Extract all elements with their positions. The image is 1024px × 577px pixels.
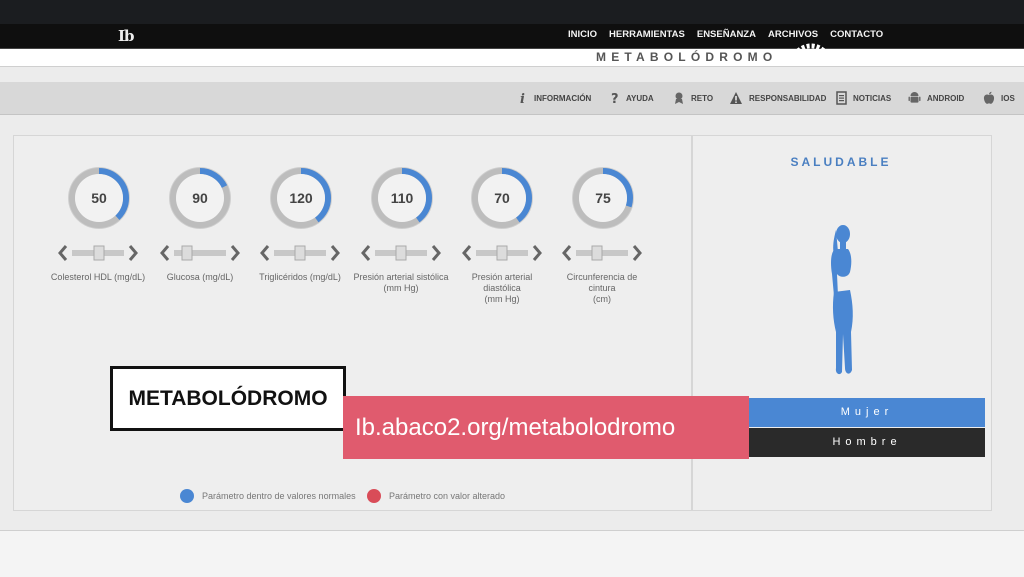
legend-altered: Parámetro con valor alterado (367, 489, 505, 503)
footer-bar (0, 530, 1024, 577)
gauge-value: 120 (289, 190, 313, 206)
gender-male-button[interactable]: Hombre (749, 428, 985, 457)
info-icon: i (520, 92, 525, 105)
toolbar-label: RESPONSABILIDAD (749, 93, 827, 103)
android-icon (908, 92, 921, 103)
chevron-right-icon[interactable] (431, 245, 441, 261)
nav-archivos[interactable]: ARCHIVOS (768, 29, 818, 40)
slider-glucosa[interactable] (160, 244, 240, 262)
news-icon (836, 91, 847, 105)
health-status: SALUDABLE (790, 155, 892, 169)
app-title: METABOLÓDROMO (596, 50, 778, 64)
chevron-left-icon[interactable] (361, 245, 371, 261)
slider-trigliceridos[interactable] (260, 244, 340, 262)
gauge-value: 70 (494, 190, 510, 206)
apple-icon (983, 91, 995, 104)
slider-thumb[interactable] (395, 245, 407, 261)
gauge-colesterol-hdl: 50 (64, 163, 134, 233)
param-label-trigliceridos: Triglicéridos (mg/dL) (250, 272, 350, 283)
param-label-line: Triglicéridos (mg/dL) (259, 272, 341, 282)
slider-thumb[interactable] (496, 245, 508, 261)
toolbar: i INFORMACIÓN ? AYUDA RETO RESPONSABILID… (0, 82, 1024, 115)
param-label-line: (cm) (593, 294, 611, 304)
legend-altered-label: Parámetro con valor alterado (389, 491, 506, 501)
param-label-line: (mm Hg) (383, 283, 419, 293)
gauge-glucosa: 90 (165, 163, 235, 233)
nav-contacto[interactable]: CONTACTO (830, 29, 883, 40)
chevron-left-icon[interactable] (562, 245, 572, 261)
param-label-line: Circunferencia de cintura (566, 272, 638, 293)
gender-female-button[interactable]: Mujer (749, 398, 985, 427)
nav-ensenanza[interactable]: ENSEÑANZA (697, 29, 756, 40)
female-silhouette-icon (831, 225, 853, 375)
chevron-right-icon[interactable] (632, 245, 642, 261)
slider-thumb[interactable] (294, 245, 306, 261)
svg-text:?: ? (611, 92, 619, 105)
gauge-value: 110 (390, 190, 414, 206)
slider-circunferencia-cintura[interactable] (562, 244, 642, 262)
slider-thumb[interactable] (181, 245, 193, 261)
slider-thumb[interactable] (93, 245, 105, 261)
legend-normal: Parámetro dentro de valores normales (180, 489, 356, 503)
param-label-presion-sistolica: Presión arterial sistólica (mm Hg) (351, 272, 451, 294)
chevron-left-icon[interactable] (160, 245, 170, 261)
param-label-glucosa: Glucosa (mg/dL) (150, 272, 250, 283)
gauge-value: 50 (91, 190, 107, 206)
slider-presion-sistolica[interactable] (361, 244, 441, 262)
chevron-right-icon[interactable] (230, 245, 240, 261)
toolbar-label: AYUDA (626, 93, 654, 103)
header-stripe (0, 66, 1024, 83)
chevron-right-icon[interactable] (330, 245, 340, 261)
slider-presion-diastolica[interactable] (462, 244, 542, 262)
toolbar-label: NOTICIAS (853, 93, 892, 103)
svg-text:i: i (520, 92, 525, 105)
toolbar-label: ANDROID (927, 93, 965, 103)
video-top-strip (0, 0, 1024, 24)
chevron-left-icon[interactable] (462, 245, 472, 261)
toolbar-label: IOS (1001, 93, 1015, 103)
chevron-left-icon[interactable] (58, 245, 68, 261)
site-logo[interactable]: Ib (118, 27, 134, 45)
toolbar-label: INFORMACIÓN (534, 93, 592, 103)
legend-normal-dot (180, 489, 194, 503)
toolbar-item-reto[interactable]: RETO (673, 91, 713, 105)
gauge-value: 75 (595, 190, 611, 206)
param-label-colesterol-hdl: Colesterol HDL (mg/dL) (48, 272, 148, 283)
param-label-line: Presión arterial diastólica (471, 272, 533, 293)
main-nav: INICIO HERRAMIENTAS ENSEÑANZA ARCHIVOS C… (568, 29, 883, 40)
chevron-right-icon[interactable] (128, 245, 138, 261)
chevron-left-icon[interactable] (260, 245, 270, 261)
nav-herramientas[interactable]: HERRAMIENTAS (609, 29, 685, 40)
toolbar-item-responsabilidad[interactable]: RESPONSABILIDAD (729, 91, 826, 105)
param-label-presion-diastolica: Presión arterial diastólica (mm Hg) (452, 272, 552, 305)
overlay-program-title: METABOLÓDROMO (110, 366, 346, 431)
question-icon: ? (611, 92, 619, 105)
slider-colesterol-hdl[interactable] (58, 244, 138, 262)
gauge-trigliceridos: 120 (266, 163, 336, 233)
overlay-url: Ib.abaco2.org/metabolodromo (343, 396, 749, 459)
gauge-presion-sistolica: 110 (367, 163, 437, 233)
gauge-circunferencia-cintura: 75 (568, 163, 638, 233)
toolbar-label: RETO (691, 93, 714, 103)
legend-normal-label: Parámetro dentro de valores normales (202, 491, 356, 501)
chevron-right-icon[interactable] (532, 245, 542, 261)
legend-altered-dot (367, 489, 381, 503)
param-label-line: Glucosa (mg/dL) (166, 272, 234, 282)
nav-inicio[interactable]: INICIO (568, 29, 597, 40)
toolbar-item-informacion[interactable]: i INFORMACIÓN (518, 91, 591, 105)
param-label-circunferencia-cintura: Circunferencia de cintura (cm) (552, 272, 652, 305)
param-label-line: Presión arterial sistólica (353, 272, 449, 282)
gauge-presion-diastolica: 70 (467, 163, 537, 233)
param-label-line: (mm Hg) (484, 294, 520, 304)
toolbar-item-noticias[interactable]: NOTICIAS (836, 91, 891, 105)
toolbar-item-android[interactable]: ANDROID (908, 91, 964, 105)
param-label-line: Colesterol HDL (mg/dL) (50, 272, 146, 282)
medal-icon (675, 92, 683, 104)
slider-thumb[interactable] (591, 245, 603, 261)
gauge-value: 90 (192, 190, 208, 206)
toolbar-item-ayuda[interactable]: ? AYUDA (610, 91, 654, 105)
warning-icon (730, 92, 742, 104)
toolbar-item-ios[interactable]: IOS (983, 91, 1015, 105)
